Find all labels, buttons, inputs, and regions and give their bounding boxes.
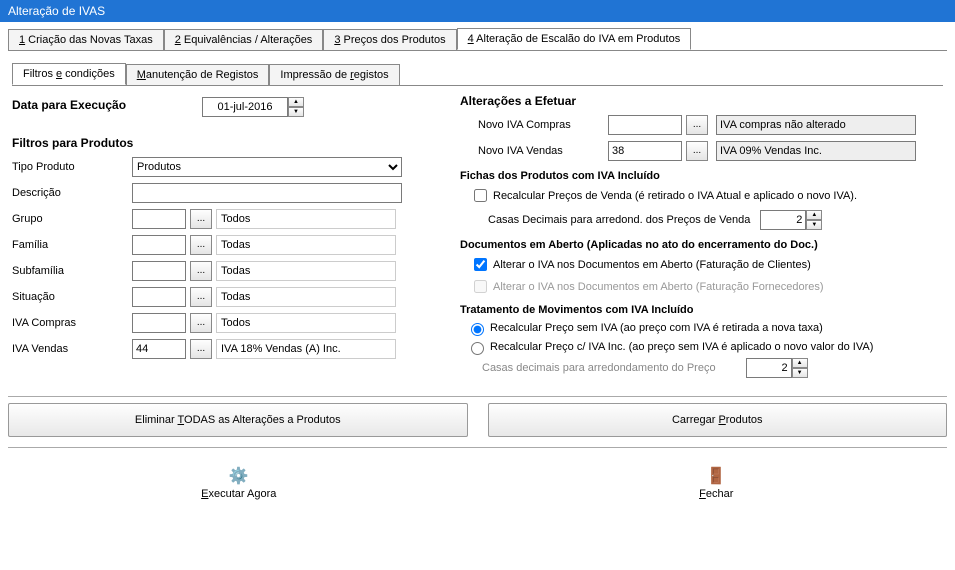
alterar-fornecedores-label: Alterar o IVA nos Documentos em Aberto (…	[493, 281, 824, 293]
tipo-produto-label: Tipo Produto	[12, 161, 132, 173]
recalcular-com-iva-label: Recalcular Preço c/ IVA Inc. (ao preço s…	[490, 341, 873, 353]
novo-iva-compras-desc	[716, 115, 916, 135]
carregar-button[interactable]: Carregar Produtos	[488, 403, 948, 437]
recalcular-com-iva-radio[interactable]	[471, 342, 484, 355]
casas-spin-up[interactable]: ▲	[806, 210, 822, 220]
filter-desc: IVA 18% Vendas (A) Inc.	[216, 339, 396, 359]
subtab-manutencao[interactable]: Manutenção de Registos	[126, 64, 270, 86]
filter-code-input[interactable]	[132, 339, 186, 359]
novo-iva-vendas-desc	[716, 141, 916, 161]
gears-icon: ⚙️	[229, 466, 249, 486]
filter-code-input[interactable]	[132, 287, 186, 307]
filter-desc: Todas	[216, 235, 396, 255]
filter-code-input[interactable]	[132, 261, 186, 281]
novo-iva-compras-lookup[interactable]: ...	[686, 115, 708, 135]
sub-tabs: Filtros e condições Manutenção de Regist…	[8, 59, 947, 85]
filter-lookup-button[interactable]: ...	[190, 235, 212, 255]
window-title: Alteração de IVAS	[0, 0, 955, 22]
filter-desc: Todas	[216, 287, 396, 307]
filter-lookup-button[interactable]: ...	[190, 313, 212, 333]
filter-label: Família	[12, 239, 132, 251]
door-icon: 🚪	[706, 466, 726, 486]
filter-code-input[interactable]	[132, 313, 186, 333]
filter-label: IVA Vendas	[12, 343, 132, 355]
filter-desc: Todos	[216, 209, 396, 229]
recalcular-sem-iva-label: Recalcular Preço sem IVA (ao preço com I…	[490, 322, 823, 334]
novo-iva-vendas-label: Novo IVA Vendas	[478, 145, 608, 157]
data-execucao-label: Data para Execução	[12, 98, 202, 112]
docs-aberto-title: Documentos em Aberto (Aplicadas no ato d…	[460, 239, 943, 251]
alterar-clientes-checkbox[interactable]	[474, 258, 487, 271]
filter-label: Subfamília	[12, 265, 132, 277]
tipo-produto-select[interactable]: Produtos	[132, 157, 402, 177]
casas2-spin-up[interactable]: ▲	[792, 358, 808, 368]
fechar-button[interactable]: 🚪 Fechar	[478, 460, 955, 506]
descricao-label: Descrição	[12, 187, 132, 199]
filtros-title: Filtros para Produtos	[12, 136, 452, 150]
fichas-title: Fichas dos Produtos com IVA Incluído	[460, 170, 943, 182]
filter-row: IVA Vendas...IVA 18% Vendas (A) Inc.	[12, 338, 452, 360]
recalcular-precos-label: Recalcular Preços de Venda (é retirado o…	[493, 190, 857, 202]
descricao-input[interactable]	[132, 183, 402, 203]
tab-criacao[interactable]: 1 Criação das Novas Taxas	[8, 29, 164, 51]
filter-code-input[interactable]	[132, 235, 186, 255]
casas-decimais-label: Casas Decimais para arredond. dos Preços…	[488, 214, 750, 226]
casas-spin-down[interactable]: ▼	[806, 220, 822, 230]
filter-lookup-button[interactable]: ...	[190, 287, 212, 307]
tab-precos[interactable]: 3 Preços dos Produtos	[323, 29, 456, 51]
filter-lookup-button[interactable]: ...	[190, 209, 212, 229]
novo-iva-vendas-lookup[interactable]: ...	[686, 141, 708, 161]
filter-row: Grupo...Todos	[12, 208, 452, 230]
date-spin-up[interactable]: ▲	[288, 97, 304, 107]
casas2-spin-down[interactable]: ▼	[792, 368, 808, 378]
tab-equivalencias[interactable]: 2 Equivalências / Alterações	[164, 29, 324, 51]
filter-label: Grupo	[12, 213, 132, 225]
eliminar-button[interactable]: Eliminar TODAS as Alterações a Produtos	[8, 403, 468, 437]
filter-row: IVA Compras...Todos	[12, 312, 452, 334]
novo-iva-vendas-input[interactable]	[608, 141, 682, 161]
filter-label: Situação	[12, 291, 132, 303]
executar-button[interactable]: ⚙️ Executar Agora	[0, 460, 478, 506]
casas-decimais-spinner[interactable]: ▲ ▼	[760, 210, 822, 230]
filter-label: IVA Compras	[12, 317, 132, 329]
filter-desc: Todos	[216, 313, 396, 333]
filter-row: Família...Todas	[12, 234, 452, 256]
filter-code-input[interactable]	[132, 209, 186, 229]
alterar-clientes-label: Alterar o IVA nos Documentos em Aberto (…	[493, 259, 811, 271]
tab-alteracao-escalao[interactable]: 4 Alteração de Escalão do IVA em Produto…	[457, 28, 692, 50]
subtab-filtros[interactable]: Filtros e condições	[12, 63, 126, 85]
main-tabs: 1 Criação das Novas Taxas 2 Equivalência…	[0, 22, 955, 50]
tratamento-title: Tratamento de Movimentos com IVA Incluíd…	[460, 304, 943, 316]
subtab-impressao[interactable]: Impressão de registos	[269, 64, 399, 86]
alterar-fornecedores-checkbox	[474, 280, 487, 293]
filter-desc: Todas	[216, 261, 396, 281]
alteracoes-title: Alterações a Efetuar	[460, 94, 943, 108]
casas2-spinner[interactable]: ▲ ▼	[746, 358, 808, 378]
recalcular-sem-iva-radio[interactable]	[471, 323, 484, 336]
filter-row: Subfamília...Todas	[12, 260, 452, 282]
novo-iva-compras-input[interactable]	[608, 115, 682, 135]
recalcular-precos-checkbox[interactable]	[474, 189, 487, 202]
casas2-label: Casas decimais para arredondamento do Pr…	[482, 362, 716, 374]
novo-iva-compras-label: Novo IVA Compras	[478, 119, 608, 131]
date-spin-down[interactable]: ▼	[288, 107, 304, 117]
data-execucao-input[interactable]: ▲ ▼	[202, 97, 304, 117]
filter-lookup-button[interactable]: ...	[190, 339, 212, 359]
filter-lookup-button[interactable]: ...	[190, 261, 212, 281]
filter-row: Situação...Todas	[12, 286, 452, 308]
